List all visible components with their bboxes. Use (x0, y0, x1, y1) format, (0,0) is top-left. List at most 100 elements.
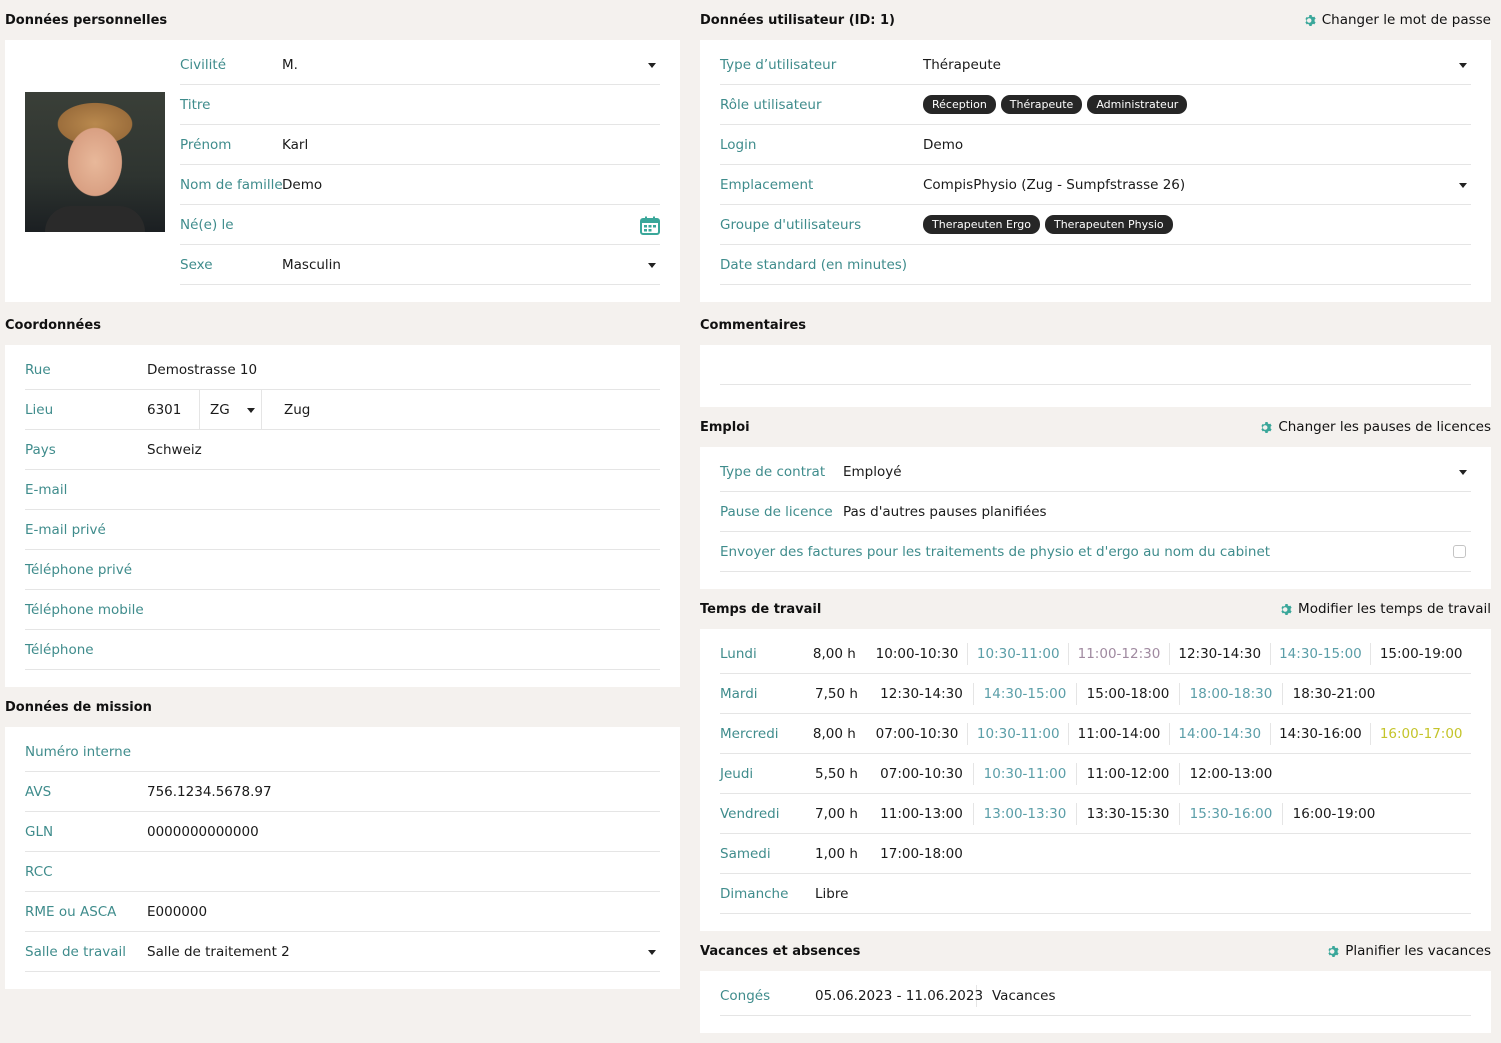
user-type-field[interactable]: Type d’utilisateur Thérapeute (720, 45, 1471, 85)
modify-worktime-button[interactable]: Modifier les temps de travail (1280, 601, 1491, 617)
sexe-value[interactable]: Masculin (282, 257, 341, 273)
role-chip[interactable]: Réception (923, 95, 996, 114)
worktime-slot: 11:00-13:00 (880, 805, 963, 822)
change-password-button[interactable]: Changer le mot de passe (1304, 12, 1491, 28)
email-field[interactable]: E-mail (25, 470, 660, 510)
internal-number-field[interactable]: Numéro interne (25, 732, 660, 772)
role-chip[interactable]: Administrateur (1087, 95, 1188, 114)
lieu-field[interactable]: Lieu 6301 ZG Zug (25, 390, 660, 430)
invoice-cabinet-label: Envoyer des factures pour les traitement… (720, 543, 1271, 560)
right-column: Données utilisateur (ID: 1) Changer le m… (700, 0, 1491, 1033)
user-role-field[interactable]: Rôle utilisateur Réception Thérapeute Ad… (720, 85, 1471, 125)
chevron-down-icon[interactable] (648, 950, 656, 955)
phone-mobile-field[interactable]: Téléphone mobile (25, 590, 660, 630)
chevron-down-icon[interactable] (648, 263, 656, 268)
avs-value[interactable]: 756.1234.5678.97 (147, 784, 272, 800)
group-chip[interactable]: Therapeuten Ergo (923, 215, 1040, 234)
vacation-row[interactable]: Congés 05.06.2023 - 11.06.2023 Vacances (720, 976, 1471, 1016)
personal-fields: Civilité M. Titre Prénom Karl Nom de fam… (180, 45, 660, 285)
work-room-field[interactable]: Salle de travail Salle de traitement 2 (25, 932, 660, 972)
chevron-down-icon[interactable] (1459, 470, 1467, 475)
location-value[interactable]: CompisPhysio (Zug - Sumpfstrasse 26) (923, 177, 1185, 193)
worktime-slot: 07:00-10:30 (875, 725, 959, 742)
emploi-panel: Type de contrat Employé Pause de licence… (700, 447, 1491, 589)
mission-header: Données de mission (5, 687, 680, 727)
worktime-row: Jeudi 5,50 h 07:00-10:30 10:30-11:00 11:00-1… (720, 754, 1471, 794)
rue-value[interactable]: Demostrasse 10 (147, 362, 257, 378)
chevron-down-icon[interactable] (247, 408, 255, 413)
gln-value[interactable]: 0000000000000 (147, 824, 259, 840)
worktime-slot: 16:00-17:00 (1370, 722, 1471, 745)
worktime-day-label: Mardi (720, 685, 758, 702)
group-chips: Therapeuten Ergo Therapeuten Physio (923, 215, 1173, 234)
sexe-field[interactable]: Sexe Masculin (180, 245, 660, 285)
avs-field[interactable]: AVS 756.1234.5678.97 (25, 772, 660, 812)
location-field[interactable]: Emplacement CompisPhysio (Zug - Sumpfstr… (720, 165, 1471, 205)
gear-icon (1281, 603, 1292, 615)
rcc-field[interactable]: RCC (25, 852, 660, 892)
user-role-label: Rôle utilisateur (720, 96, 822, 113)
standard-date-field[interactable]: Date standard (en minutes) (720, 245, 1471, 285)
prenom-field[interactable]: Prénom Karl (180, 125, 660, 165)
invoice-cabinet-field[interactable]: Envoyer des factures pour les traitement… (720, 532, 1471, 572)
user-type-value[interactable]: Thérapeute (923, 57, 1001, 73)
plan-vacation-button[interactable]: Planifier les vacances (1327, 943, 1491, 959)
gln-field[interactable]: GLN 0000000000000 (25, 812, 660, 852)
login-value[interactable]: Demo (923, 137, 963, 153)
work-room-value[interactable]: Salle de traitement 2 (147, 944, 290, 960)
worktime-row: Lundi 8,00 h 10:00-10:30 10:30-11:00 11:00-1… (720, 634, 1471, 674)
rme-field[interactable]: RME ou ASCA E000000 (25, 892, 660, 932)
license-pause-field: Pause de licence Pas d'autres pauses pla… (720, 492, 1471, 532)
rme-label: RME ou ASCA (25, 903, 117, 920)
civilite-value[interactable]: M. (282, 57, 298, 73)
profile-photo[interactable] (25, 92, 165, 232)
change-license-pauses-label: Changer les pauses de licences (1278, 419, 1491, 435)
coord-header: Coordonnées (5, 305, 680, 345)
nom-field[interactable]: Nom de famille Demo (180, 165, 660, 205)
standard-date-label: Date standard (en minutes) (720, 256, 908, 273)
chevron-down-icon[interactable] (648, 63, 656, 68)
comments-input[interactable] (720, 345, 1471, 385)
phone-field[interactable]: Téléphone (25, 630, 660, 670)
contract-type-value[interactable]: Employé (843, 464, 902, 480)
civilite-field[interactable]: Civilité M. (180, 45, 660, 85)
rme-value[interactable]: E000000 (147, 904, 207, 920)
birthdate-field[interactable]: Né(e) le (180, 205, 660, 245)
prenom-value[interactable]: Karl (282, 137, 308, 153)
worktime-day-label: Lundi (720, 645, 757, 662)
pays-value[interactable]: Schweiz (147, 442, 202, 458)
chevron-down-icon[interactable] (1459, 183, 1467, 188)
worktime-hours: 8,00 h (812, 725, 856, 742)
role-chip[interactable]: Thérapeute (1000, 95, 1083, 114)
titre-field[interactable]: Titre (180, 85, 660, 125)
calendar-icon[interactable] (640, 216, 660, 235)
nom-value[interactable]: Demo (282, 177, 322, 193)
worktime-slot: 12:30-14:30 (880, 685, 963, 702)
worktime-slot: 16:00-19:00 (1282, 802, 1385, 825)
role-chips: Réception Thérapeute Administrateur (923, 95, 1188, 114)
group-chip[interactable]: Therapeuten Physio (1044, 215, 1173, 234)
invoice-cabinet-checkbox[interactable] (1453, 545, 1466, 558)
birthdate-label: Né(e) le (180, 216, 234, 233)
mission-panel: Numéro interne AVS 756.1234.5678.97 GLN … (5, 727, 680, 989)
rue-field[interactable]: Rue Demostrasse 10 (25, 350, 660, 390)
phone-private-field[interactable]: Téléphone privé (25, 550, 660, 590)
login-field[interactable]: Login Demo (720, 125, 1471, 165)
worktime-hours: Libre (815, 885, 849, 902)
prenom-label: Prénom (180, 136, 232, 153)
pays-field[interactable]: Pays Schweiz (25, 430, 660, 470)
worktime-hours: 5,50 h (815, 765, 858, 782)
contract-type-field[interactable]: Type de contrat Employé (720, 452, 1471, 492)
canton-select[interactable]: ZG (200, 390, 262, 429)
city-input[interactable]: Zug (262, 390, 310, 429)
user-type-label: Type d’utilisateur (720, 56, 837, 73)
worktime-day-label: Jeudi (720, 765, 754, 782)
lieu-label: Lieu (25, 401, 54, 418)
change-license-pauses-button[interactable]: Changer les pauses de licences (1260, 419, 1491, 435)
contract-type-label: Type de contrat (720, 463, 826, 480)
user-group-field[interactable]: Groupe d'utilisateurs Therapeuten Ergo T… (720, 205, 1471, 245)
email-private-field[interactable]: E-mail privé (25, 510, 660, 550)
zip-input[interactable]: 6301 (147, 390, 200, 429)
chevron-down-icon[interactable] (1459, 63, 1467, 68)
user-title: Données utilisateur (ID: 1) (700, 12, 895, 28)
